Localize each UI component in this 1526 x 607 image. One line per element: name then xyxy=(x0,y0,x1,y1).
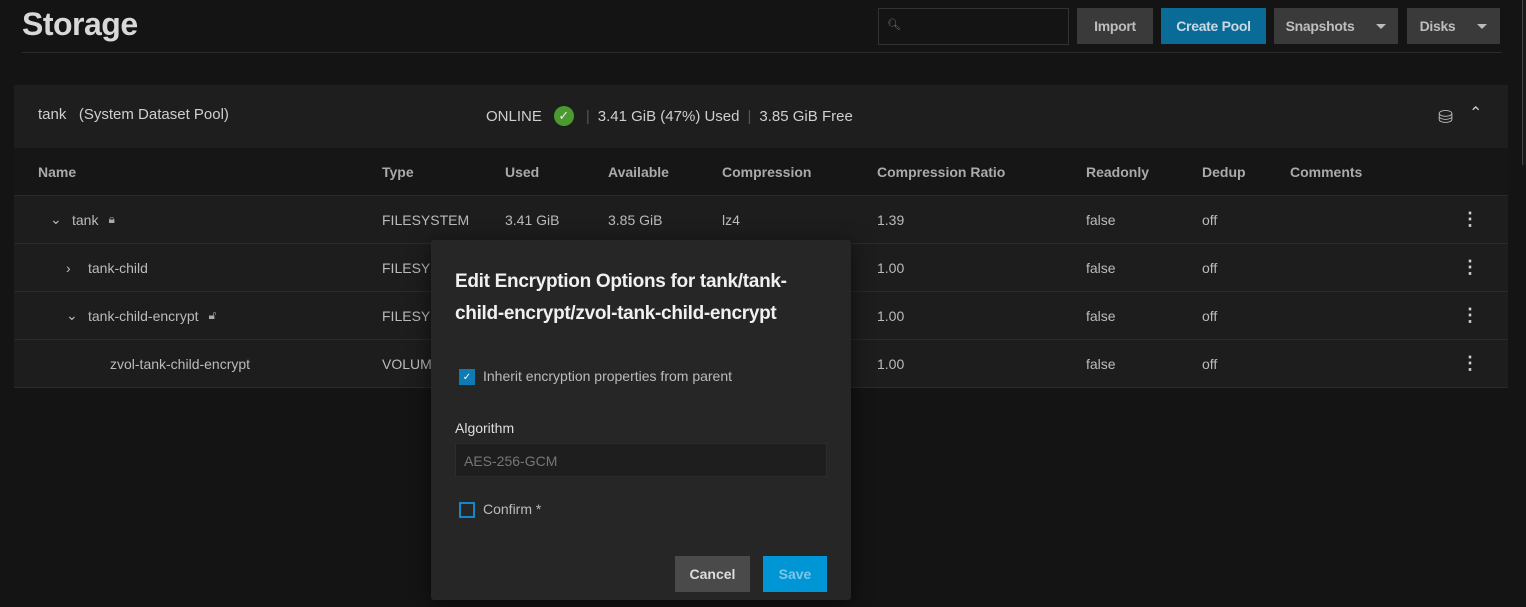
algorithm-label: Algorithm xyxy=(455,420,515,436)
snapshots-label: Snapshots xyxy=(1285,18,1355,34)
type-cell: FILESYSTEM xyxy=(382,211,470,228)
lock-icon: 🔒︎ xyxy=(108,212,115,226)
disks-menu-button[interactable]: Disks xyxy=(1407,8,1500,44)
disks-label: Disks xyxy=(1419,18,1456,34)
col-name[interactable]: Name xyxy=(14,164,382,180)
dataset-name: tank-child-encrypt xyxy=(88,307,199,324)
page-title: Storage xyxy=(22,6,138,42)
pool-header: tank (System Dataset Pool) ONLINE ✓ | 3.… xyxy=(14,85,1508,148)
col-compression-ratio[interactable]: Compression Ratio xyxy=(877,164,1086,180)
col-used[interactable]: Used xyxy=(505,164,608,180)
pool-name-text: tank xyxy=(38,106,67,123)
pool-status-text: ONLINE xyxy=(486,107,542,125)
check-circle-icon: ✓ xyxy=(553,106,574,126)
compression-cell: lz4 xyxy=(722,211,740,228)
search-input[interactable]: 🔍︎ xyxy=(878,8,1069,45)
pool-used: 3.41 GiB (47%) Used xyxy=(597,107,740,125)
more-vert-icon[interactable]: ⋮ xyxy=(1440,209,1500,230)
confirm-checkbox[interactable] xyxy=(459,502,475,518)
confirm-label[interactable]: Confirm * xyxy=(483,501,541,517)
readonly-cell: false xyxy=(1086,259,1116,276)
edit-encryption-dialog: Edit Encryption Options for tank/tank-ch… xyxy=(431,240,851,600)
more-vert-icon[interactable]: ⋮ xyxy=(1440,305,1500,326)
chevron-down-icon[interactable]: ⌄ xyxy=(50,211,72,228)
pool-label: (System Dataset Pool) xyxy=(78,106,229,123)
dedup-cell: off xyxy=(1202,307,1218,324)
more-vert-icon[interactable]: ⋮ xyxy=(1440,353,1500,374)
chevron-right-icon[interactable]: › xyxy=(66,260,88,276)
pool-free: 3.85 GiB Free xyxy=(759,107,853,125)
dataset-name: tank xyxy=(72,211,99,228)
col-dedup[interactable]: Dedup xyxy=(1202,164,1290,180)
separator: | xyxy=(747,107,752,125)
pool-name: tank (System Dataset Pool) xyxy=(38,106,229,123)
col-readonly[interactable]: Readonly xyxy=(1086,164,1202,180)
col-available[interactable]: Available xyxy=(608,164,722,180)
caret-down-icon xyxy=(1376,23,1387,29)
snapshots-menu-button[interactable]: Snapshots xyxy=(1274,8,1398,44)
dedup-cell: off xyxy=(1202,355,1218,372)
dedup-cell: off xyxy=(1202,211,1218,228)
caret-down-icon xyxy=(1477,23,1488,29)
col-compression[interactable]: Compression xyxy=(722,164,877,180)
unlock-icon: 🔓︎ xyxy=(208,308,217,322)
ratio-cell: 1.00 xyxy=(877,355,905,372)
col-type[interactable]: Type xyxy=(382,164,505,180)
dataset-name: zvol-tank-child-encrypt xyxy=(110,355,251,372)
dedup-cell: off xyxy=(1202,259,1218,276)
ratio-cell: 1.00 xyxy=(877,307,905,324)
import-button[interactable]: Import xyxy=(1077,8,1153,44)
algorithm-field[interactable]: AES-256-GCM xyxy=(455,443,827,477)
ratio-cell: 1.39 xyxy=(877,211,905,228)
pool-status: ONLINE ✓ | 3.41 GiB (47%) Used | 3.85 Gi… xyxy=(486,106,853,126)
readonly-cell: false xyxy=(1086,307,1116,324)
pool-settings-icon[interactable]: ⛁ xyxy=(1438,107,1453,128)
ratio-cell: 1.00 xyxy=(877,259,905,276)
col-comments[interactable]: Comments xyxy=(1290,164,1440,180)
chevron-down-icon[interactable]: ⌄ xyxy=(66,307,88,324)
dialog-title: Edit Encryption Options for tank/tank-ch… xyxy=(455,271,787,324)
scrollbar[interactable] xyxy=(1522,0,1526,165)
table-header: Name Type Used Available Compression Com… xyxy=(14,148,1508,196)
inherit-label[interactable]: Inherit encryption properties from paren… xyxy=(483,368,732,384)
used-cell: 3.41 GiB xyxy=(505,211,560,228)
cancel-button[interactable]: Cancel xyxy=(675,556,750,592)
separator: | xyxy=(585,107,590,125)
readonly-cell: false xyxy=(1086,211,1116,228)
readonly-cell: false xyxy=(1086,355,1116,372)
search-icon: 🔍︎ xyxy=(887,19,901,31)
more-vert-icon[interactable]: ⋮ xyxy=(1440,257,1500,278)
table-row[interactable]: ⌄ tank 🔒︎ FILESYSTEM 3.41 GiB 3.85 GiB lz4… xyxy=(14,196,1508,244)
collapse-chevron-icon[interactable]: ⌃ xyxy=(1469,103,1482,123)
create-pool-button[interactable]: Create Pool xyxy=(1161,8,1266,44)
save-button[interactable]: Save xyxy=(763,556,827,592)
dataset-name: tank-child xyxy=(88,259,148,276)
available-cell: 3.85 GiB xyxy=(608,211,663,228)
divider xyxy=(22,52,1502,53)
inherit-checkbox[interactable]: ✓ xyxy=(459,369,475,385)
